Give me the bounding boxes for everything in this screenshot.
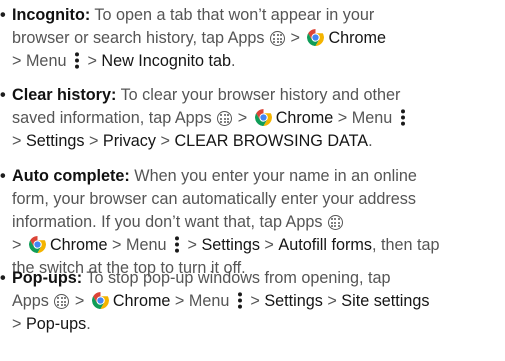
ui-term: New Incognito tab: [101, 52, 231, 70]
text-line: information. If you don’t want that, tap…: [12, 211, 344, 234]
text-line: Auto complete: When you enter your name …: [12, 165, 417, 188]
item-term: Pop-ups:: [12, 269, 83, 287]
menu-icon: [237, 292, 242, 309]
body-text: >: [322, 292, 342, 310]
body-text: > Menu: [170, 292, 234, 310]
text-line: saved information, tap Apps > Chrome > M…: [12, 107, 409, 130]
bullet-marker: •: [0, 269, 6, 287]
body-text: >: [12, 315, 26, 333]
bullet-marker: •: [0, 167, 6, 185]
ui-term: Site settings: [341, 292, 430, 310]
bullet-marker: •: [0, 86, 6, 104]
ui-term: Privacy: [102, 132, 156, 150]
body-text: >: [155, 132, 175, 150]
item-term: Auto complete:: [12, 167, 130, 185]
body-text: , then tap: [371, 236, 440, 254]
body-text: >: [12, 132, 26, 150]
menu-icon: [400, 109, 405, 126]
body-text: To open a tab that won’t appear in your: [90, 6, 375, 24]
body-text: >: [84, 132, 103, 150]
body-text: >: [245, 292, 265, 310]
text-line: > Settings > Privacy > CLEAR BROWSING DA…: [12, 130, 373, 153]
body-text: >: [82, 52, 102, 70]
text-line: Apps > Chrome > Menu > Settings > Site s…: [12, 290, 429, 313]
chrome-icon: [254, 109, 272, 126]
text-line: Clear history: To clear your browser his…: [12, 84, 400, 107]
body-text: .: [368, 132, 373, 150]
body-text: >: [182, 236, 202, 254]
text-line: > Menu > New Incognito tab.: [12, 50, 236, 73]
body-text: browser or search history, tap Apps: [12, 29, 270, 47]
body-text: To stop pop-up windows from opening, tap: [82, 269, 391, 287]
body-text: >: [70, 292, 89, 310]
apps-icon: [270, 31, 286, 46]
text-line: form, your browser can automatically ent…: [12, 188, 416, 211]
ui-term: Chrome: [112, 292, 171, 310]
body-text: When you enter your name in an online: [129, 167, 417, 185]
ui-term: Settings: [201, 236, 260, 254]
ui-term: Settings: [264, 292, 323, 310]
chrome-icon: [307, 29, 325, 46]
body-text: >: [286, 29, 305, 47]
item-term: Clear history:: [12, 86, 117, 104]
ui-term: Settings: [25, 132, 85, 150]
chrome-icon: [28, 236, 46, 253]
ui-term: Chrome: [275, 109, 334, 127]
text-line: > Chrome > Menu > Settings > Autofill fo…: [12, 234, 439, 257]
menu-icon: [175, 236, 179, 253]
text-line: Pop-ups: To stop pop-up windows from ope…: [12, 267, 391, 290]
body-text: >: [233, 109, 252, 127]
ui-term: Chrome: [328, 29, 387, 47]
ui-term: Chrome: [49, 236, 108, 254]
item-term: Incognito:: [12, 6, 91, 24]
body-text: saved information, tap Apps: [12, 109, 217, 127]
text-line: Incognito: To open a tab that won’t appe…: [12, 4, 374, 27]
apps-icon: [217, 111, 233, 126]
apps-icon: [54, 294, 70, 309]
ui-term: CLEAR BROWSING DATA: [174, 132, 369, 150]
body-text: Apps: [12, 292, 54, 310]
menu-icon: [74, 52, 79, 69]
body-text: > Menu: [107, 236, 171, 254]
body-text: information. If you don’t want that, tap…: [12, 213, 327, 231]
apps-icon: [327, 215, 343, 230]
body-text: .: [231, 52, 236, 70]
body-text: form, your browser can automatically ent…: [12, 190, 416, 208]
body-text: > Menu: [333, 109, 397, 127]
text-line: browser or search history, tap Apps > Ch…: [12, 27, 386, 50]
text-line: > Pop-ups.: [12, 313, 91, 336]
ui-term: Pop-ups: [25, 315, 87, 333]
body-text: > Menu: [12, 52, 71, 70]
body-text: >: [12, 236, 26, 254]
body-text: .: [86, 315, 91, 333]
body-text: To clear your browser history and other: [116, 86, 401, 104]
body-text: >: [259, 236, 279, 254]
bullet-marker: •: [0, 6, 6, 24]
ui-term: Autofill forms: [278, 236, 372, 254]
chrome-icon: [91, 292, 109, 309]
